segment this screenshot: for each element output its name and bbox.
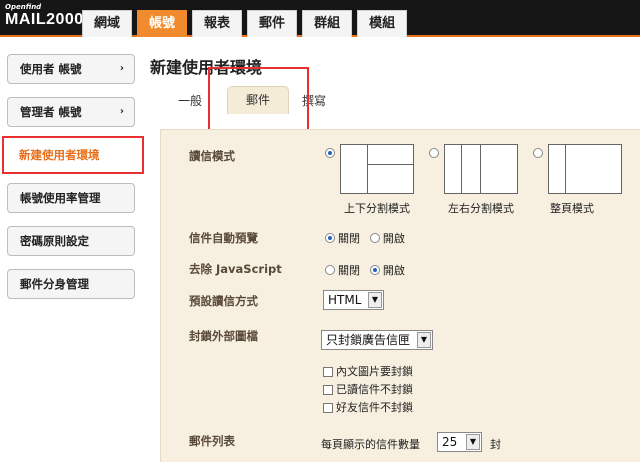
layout-preview-left-right-icon <box>444 144 518 194</box>
remove-js-radio-off[interactable] <box>325 265 335 275</box>
default-read-label: 預設讀信方式 <box>189 294 258 308</box>
nav-tab-group[interactable]: 群組 <box>302 10 353 37</box>
nav-tab-module[interactable]: 模組 <box>357 10 408 37</box>
checkbox-label: 已讀信件不封鎖 <box>336 383 413 396</box>
remove-js-radio-on[interactable] <box>369 265 380 275</box>
mail-list-prefix: 每頁顯示的信件數量 <box>321 438 420 451</box>
logo-small: Openfind <box>5 3 42 11</box>
chevron-down-icon: ▼ <box>417 332 431 348</box>
mail-list-count-value: 25 <box>442 435 458 449</box>
block-external-label: 封鎖外部圖檔 <box>189 329 258 343</box>
sidebar-item-label: 密碼原則設定 <box>20 234 89 248</box>
auto-preview-radio-off[interactable] <box>325 233 335 243</box>
layout-preview-top-bottom-icon <box>340 144 414 194</box>
checkbox-box[interactable] <box>323 385 333 395</box>
remove-js-label: 去除 JavaScript <box>189 262 282 276</box>
checkbox-read-not-blocked[interactable]: 已讀信件不封鎖 <box>323 381 413 397</box>
sidebar-item-label: 使用者 帳號 <box>20 62 82 76</box>
auto-preview-options: 關閉 開啟 <box>325 230 411 246</box>
sidebar-item-label: 管理者 帳號 <box>20 105 82 119</box>
tab-general[interactable]: 一般 <box>178 92 202 109</box>
mail-list-suffix: 封 <box>490 438 501 451</box>
chevron-right-icon: › <box>119 63 124 74</box>
mail-list-count-select[interactable]: 25 ▼ <box>437 432 482 452</box>
logo-big: MAIL2000 <box>5 11 84 28</box>
logo: Openfind MAIL2000 <box>5 3 84 29</box>
sidebar-item-new-user-env[interactable]: 新建使用者環境 <box>2 136 144 174</box>
mail-list-label: 郵件列表 <box>189 434 235 448</box>
sidebar-item-label: 帳號使用率管理 <box>20 191 101 205</box>
block-external-value: 只封鎖廣告信匣 <box>326 333 411 347</box>
remove-js-options: 關閉 開啟 <box>325 262 411 278</box>
sidebar: 使用者 帳號 › 管理者 帳號 › 新建使用者環境 帳號使用率管理 密碼原則設定… <box>2 54 144 312</box>
settings-panel: 讀信模式 上下分割模式 左右分割模式 整頁模式 信件自動預覽 關閉 開啟 去除 … <box>160 129 640 462</box>
read-mode-option-label: 上下分割模式 <box>344 202 410 215</box>
chevron-right-icon: › <box>119 106 124 117</box>
checkbox-friends-not-blocked[interactable]: 好友信件不封鎖 <box>323 399 413 415</box>
sidebar-item-usage-management[interactable]: 帳號使用率管理 <box>7 183 135 213</box>
read-mode-radio-horizontal-split[interactable] <box>429 148 439 158</box>
checkbox-label: 內文圖片要封鎖 <box>336 365 413 378</box>
sidebar-item-mail-alias[interactable]: 郵件分身管理 <box>7 269 135 299</box>
nav-tab-account[interactable]: 帳號 <box>137 10 188 37</box>
checkbox-box[interactable] <box>323 403 333 413</box>
checkbox-box[interactable] <box>323 367 333 377</box>
auto-preview-option-label: 開啟 <box>382 232 405 245</box>
layout-preview-full-page-icon <box>548 144 622 194</box>
checkbox-block-inline-images[interactable]: 內文圖片要封鎖 <box>323 363 413 379</box>
default-read-select[interactable]: HTML ▼ <box>323 290 384 310</box>
default-read-value: HTML <box>328 293 362 307</box>
sidebar-item-label: 郵件分身管理 <box>20 277 89 291</box>
auto-preview-radio-on[interactable] <box>369 233 380 243</box>
read-mode-option-label: 左右分割模式 <box>448 202 514 215</box>
auto-preview-option-label: 關閉 <box>338 232 360 245</box>
chevron-down-icon: ▼ <box>466 434 480 450</box>
checkbox-label: 好友信件不封鎖 <box>336 401 413 414</box>
sidebar-item-label: 新建使用者環境 <box>19 148 100 162</box>
read-mode-radio-vertical-split[interactable] <box>325 148 335 158</box>
remove-js-option-label: 關閉 <box>338 264 360 277</box>
auto-preview-label: 信件自動預覽 <box>189 231 258 245</box>
top-bar: Openfind MAIL2000 網域 帳號 報表 郵件 群組 模組 <box>0 0 640 37</box>
main-nav: 網域 帳號 報表 郵件 群組 模組 <box>82 10 412 37</box>
chevron-down-icon: ▼ <box>368 292 382 308</box>
nav-tab-mail[interactable]: 郵件 <box>247 10 298 37</box>
nav-tab-report[interactable]: 報表 <box>192 10 243 37</box>
nav-tab-domain[interactable]: 網域 <box>82 10 133 37</box>
remove-js-option-label: 開啟 <box>382 264 405 277</box>
sidebar-item-password-policy[interactable]: 密碼原則設定 <box>7 226 135 256</box>
sidebar-item-admin-account[interactable]: 管理者 帳號 › <box>7 97 135 127</box>
read-mode-label: 讀信模式 <box>189 149 235 163</box>
block-external-select[interactable]: 只封鎖廣告信匣 ▼ <box>321 330 433 350</box>
read-mode-option-label: 整頁模式 <box>550 202 594 215</box>
read-mode-radio-full-page[interactable] <box>533 148 543 158</box>
sidebar-item-user-account[interactable]: 使用者 帳號 › <box>7 54 135 84</box>
